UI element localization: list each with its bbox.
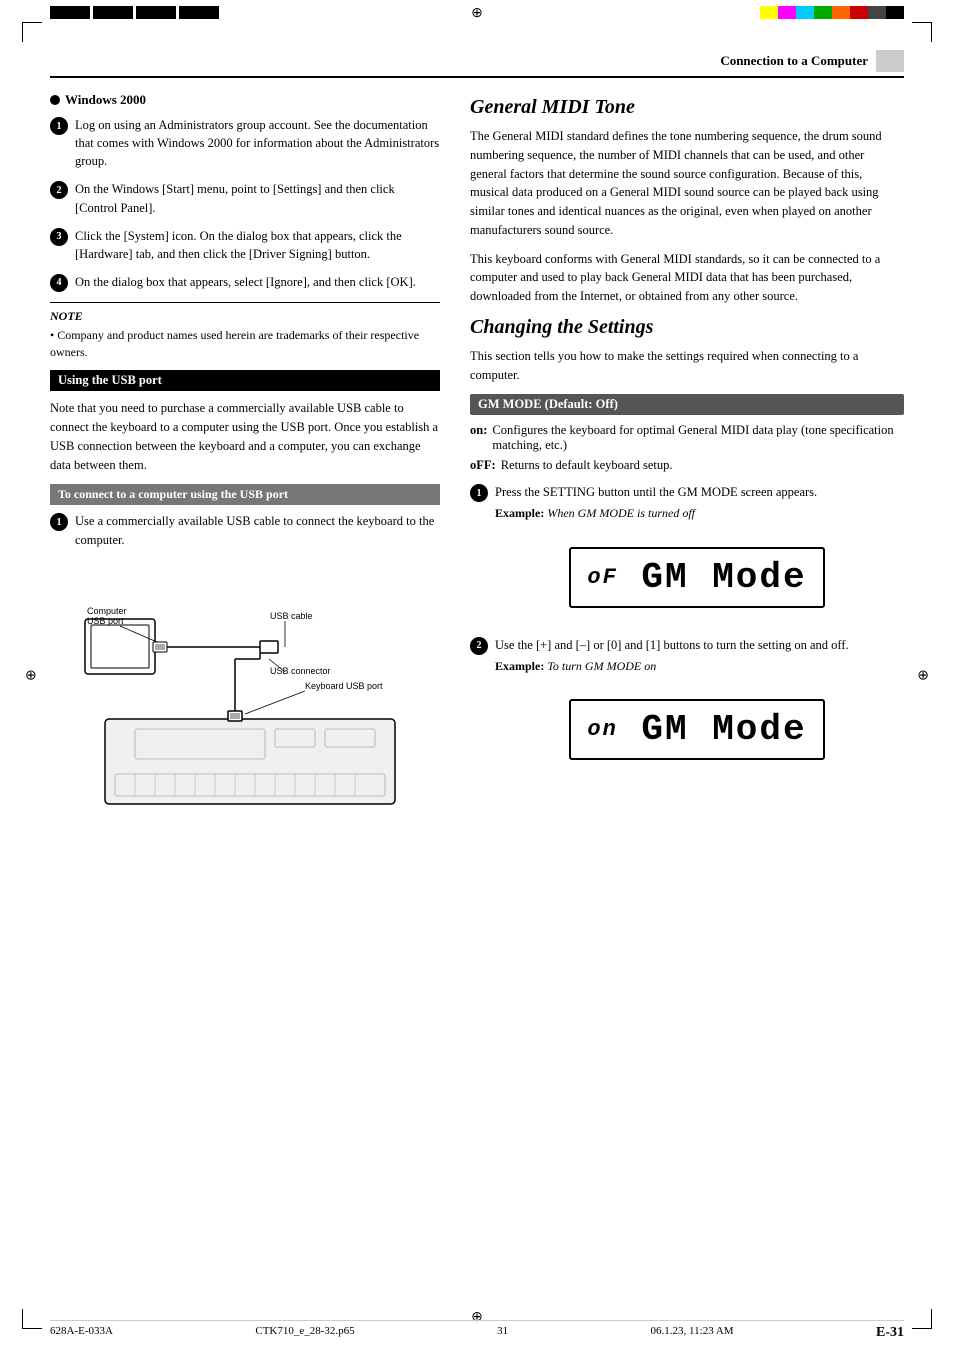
win-step-4: 4 On the dialog box that appears, select… [50, 273, 440, 292]
general-midi-para-2: This keyboard conforms with General MIDI… [470, 250, 904, 306]
top-strip-container [0, 6, 954, 19]
usb-diagram: Computer USB port USB cable USB connecto… [50, 559, 440, 833]
svg-text:Computer: Computer [87, 606, 127, 616]
step-num-3: 3 [50, 228, 68, 246]
page-header-box [876, 50, 904, 72]
color-strip-black [886, 6, 904, 19]
black-strip-3 [136, 6, 176, 19]
svg-text:USB cable: USB cable [270, 611, 313, 621]
color-strips-right [760, 6, 904, 19]
usb-section-body: Note that you need to purchase a commerc… [50, 399, 440, 474]
footer-left: 628A-E-033A [50, 1325, 113, 1341]
color-strip-magenta [778, 6, 796, 19]
page-header: Connection to a Computer [50, 50, 904, 78]
trim-mark-bl [22, 1309, 42, 1329]
trim-mark-tl [22, 22, 42, 42]
usb-sub-section-header: To connect to a computer using the USB p… [50, 484, 440, 505]
general-midi-title: General MIDI Tone [470, 96, 904, 119]
example2-label: Example: To turn GM MODE on [495, 658, 904, 675]
gm-step-1: 1 Press the SETTING button until the GM … [470, 483, 904, 527]
example1-label: Example: When GM MODE is turned off [495, 505, 904, 522]
color-strip-red [850, 6, 868, 19]
black-strip-1 [50, 6, 90, 19]
changing-settings-title: Changing the Settings [470, 316, 904, 339]
black-strips-left [50, 6, 219, 19]
gm-step-1-text: Press the SETTING button until the GM MO… [495, 483, 904, 527]
gm-on-label: on: Configures the keyboard for optimal … [470, 423, 904, 453]
gm-step-num-2: 2 [470, 637, 488, 655]
page-header-title: Connection to a Computer [720, 53, 868, 69]
gm-off-label: oFF: Returns to default keyboard setup. [470, 458, 904, 473]
step-num-1: 1 [50, 117, 68, 135]
note-label: NOTE [50, 309, 83, 323]
left-column: Windows 2000 1 Log on using an Administr… [50, 92, 440, 841]
lcd-display-2-container: on GM Mode [470, 689, 904, 772]
windows-section-heading: Windows 2000 [50, 92, 440, 108]
trim-mark-br [912, 1309, 932, 1329]
usb-diagram-svg: Computer USB port USB cable USB connecto… [75, 559, 415, 829]
lcd-display-1-container: oF GM Mode [470, 537, 904, 620]
registration-mark-left: ⊕ [25, 667, 37, 684]
footer-date: 06.1.23, 11:23 AM [651, 1325, 734, 1341]
color-strip-darkgray [868, 6, 886, 19]
black-strip-2 [93, 6, 133, 19]
right-column: General MIDI Tone The General MIDI stand… [470, 92, 904, 841]
color-strip-orange [832, 6, 850, 19]
gm-step-2: 2 Use the [+] and [–] or [0] and [1] but… [470, 636, 904, 680]
lcd-display-1: oF GM Mode [569, 547, 824, 608]
page-number: E-31 [876, 1325, 904, 1341]
registration-mark-right: ⊕ [917, 667, 929, 684]
trim-mark-tr [912, 22, 932, 42]
usb-step-num-1: 1 [50, 513, 68, 531]
svg-text:USB port: USB port [87, 616, 124, 626]
lcd-display-2: on GM Mode [569, 699, 824, 760]
note-box: NOTE • Company and product names used he… [50, 302, 440, 361]
page-footer: 628A-E-033A CTK710_e_28-32.p65 31 06.1.2… [50, 1320, 904, 1341]
win-step-3: 3 Click the [System] icon. On the dialog… [50, 227, 440, 263]
changing-settings-intro: This section tells you how to make the s… [470, 347, 904, 385]
footer-center: CTK710_e_28-32.p65 [255, 1325, 354, 1341]
color-strip-green [814, 6, 832, 19]
black-strip-4 [179, 6, 219, 19]
bullet-circle-icon [50, 95, 60, 105]
usb-step-1-text: Use a commercially available USB cable t… [75, 512, 440, 548]
color-strip-yellow [760, 6, 778, 19]
win-step-2: 2 On the Windows [Start] menu, point to … [50, 180, 440, 216]
step-num-4: 4 [50, 274, 68, 292]
two-column-layout: Windows 2000 1 Log on using an Administr… [50, 92, 904, 841]
page-content: Connection to a Computer Windows 2000 1 … [50, 50, 904, 1311]
gm-step-2-text: Use the [+] and [–] or [0] and [1] butto… [495, 636, 904, 680]
color-strip-cyan [796, 6, 814, 19]
svg-text:Keyboard USB port: Keyboard USB port [305, 681, 383, 691]
usb-section-header: Using the USB port [50, 370, 440, 391]
win-step-1: 1 Log on using an Administrators group a… [50, 116, 440, 170]
usb-step-1: 1 Use a commercially available USB cable… [50, 512, 440, 548]
gm-mode-header: GM MODE (Default: Off) [470, 394, 904, 415]
step-num-2: 2 [50, 181, 68, 199]
footer-page-num: 31 [497, 1325, 508, 1341]
note-text: • Company and product names used herein … [50, 327, 440, 361]
gm-step-num-1: 1 [470, 484, 488, 502]
general-midi-para-1: The General MIDI standard defines the to… [470, 127, 904, 240]
